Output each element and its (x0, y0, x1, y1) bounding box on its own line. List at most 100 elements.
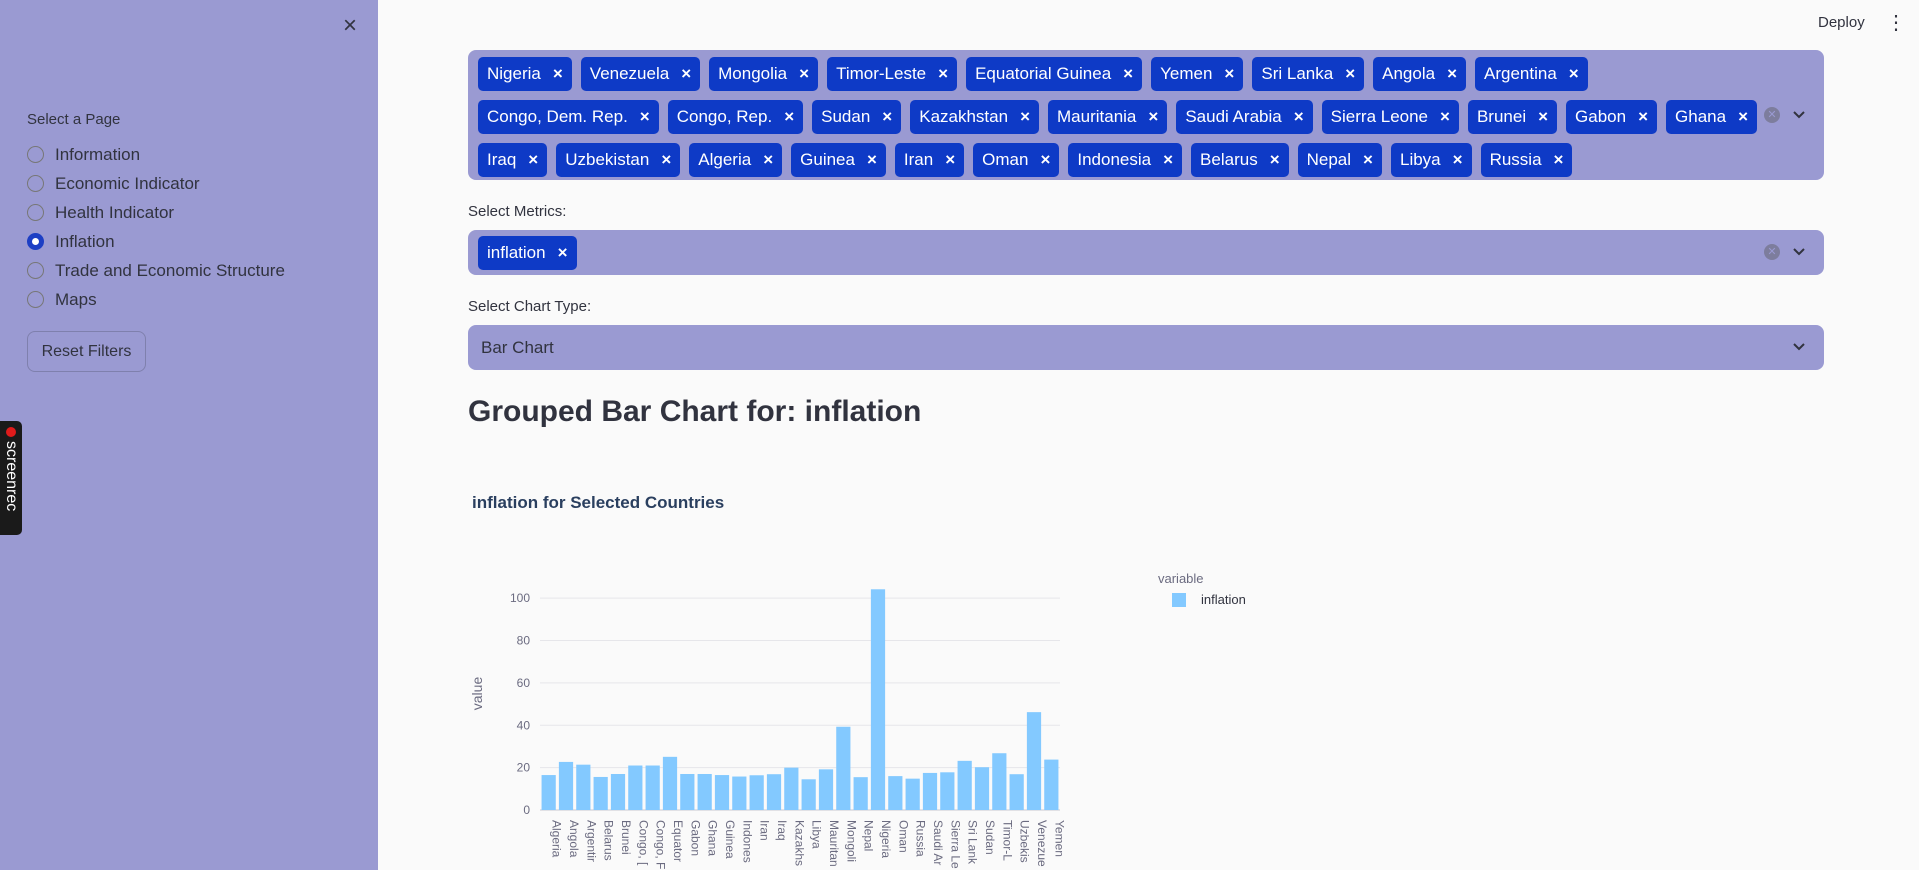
reset-filters-button[interactable]: Reset Filters (27, 331, 146, 372)
legend-label[interactable]: inflation (1201, 592, 1246, 607)
selected-chip[interactable]: Indonesia × (1068, 143, 1183, 177)
x-tick-label: Oman (896, 820, 910, 853)
remove-chip-icon[interactable]: × (661, 150, 671, 170)
selected-chip[interactable]: Equatorial Guinea × (966, 57, 1143, 91)
selected-chip[interactable]: Iran × (894, 143, 965, 177)
selected-chip[interactable]: Angola × (1373, 57, 1466, 91)
remove-chip-icon[interactable]: × (1020, 107, 1030, 127)
selected-chip[interactable]: Sri Lanka × (1252, 57, 1365, 91)
close-sidebar-button[interactable]: × (336, 12, 364, 40)
page-option-economic-indicator[interactable]: Economic Indicator (27, 169, 285, 198)
page-option-maps[interactable]: Maps (27, 285, 285, 314)
remove-chip-icon[interactable]: × (763, 150, 773, 170)
remove-chip-icon[interactable]: × (945, 150, 955, 170)
selected-chip[interactable]: Oman × (973, 143, 1060, 177)
remove-chip-icon[interactable]: × (558, 243, 568, 263)
page-option-inflation[interactable]: Inflation (27, 227, 285, 256)
remove-chip-icon[interactable]: × (1224, 64, 1234, 84)
selected-chip[interactable]: Timor-Leste × (827, 57, 958, 91)
chip-label: Iraq (487, 150, 517, 169)
selected-chip[interactable]: Nigeria × (478, 57, 572, 91)
metric-chip-list: inflation × (478, 236, 1768, 270)
selected-chip[interactable]: Kazakhstan × (910, 100, 1040, 134)
remove-chip-icon[interactable]: × (1294, 107, 1304, 127)
metrics-multiselect[interactable]: inflation × ✕ (468, 230, 1824, 275)
remove-chip-icon[interactable]: × (1270, 150, 1280, 170)
selected-chip[interactable]: Algeria × (689, 143, 783, 177)
selected-chip[interactable]: inflation × (478, 236, 577, 270)
radio-button[interactable] (27, 175, 44, 192)
remove-chip-icon[interactable]: × (1569, 64, 1579, 84)
radio-button[interactable] (27, 204, 44, 221)
chart-type-select[interactable]: Bar Chart (468, 325, 1824, 370)
selected-chip[interactable]: Belarus × (1191, 143, 1289, 177)
remove-chip-icon[interactable]: × (1440, 107, 1450, 127)
remove-chip-icon[interactable]: × (799, 64, 809, 84)
remove-chip-icon[interactable]: × (1738, 107, 1748, 127)
page-option-trade-and-economic-structure[interactable]: Trade and Economic Structure (27, 256, 285, 285)
selected-chip[interactable]: Uzbekistan × (556, 143, 681, 177)
remove-chip-icon[interactable]: × (1345, 64, 1355, 84)
selected-chip[interactable]: Sudan × (812, 100, 902, 134)
country-multiselect[interactable]: Nigeria × Venezuela × Mongolia × Timor-Leste × E… (468, 50, 1824, 180)
clear-all-icon[interactable]: ✕ (1764, 107, 1780, 123)
chip-label: Russia (1489, 150, 1542, 169)
remove-chip-icon[interactable]: × (867, 150, 877, 170)
remove-chip-icon[interactable]: × (1363, 150, 1373, 170)
remove-chip-icon[interactable]: × (553, 64, 563, 84)
bar (541, 775, 556, 810)
chevron-down-icon[interactable] (1792, 108, 1806, 122)
selected-chip[interactable]: Yemen × (1151, 57, 1244, 91)
remove-chip-icon[interactable]: × (1453, 150, 1463, 170)
radio-button[interactable] (27, 146, 44, 163)
selected-chip[interactable]: Mongolia × (709, 57, 819, 91)
remove-chip-icon[interactable]: × (1638, 107, 1648, 127)
legend-swatch[interactable] (1172, 593, 1186, 607)
radio-button[interactable] (27, 233, 44, 250)
bar (610, 773, 626, 810)
remove-chip-icon[interactable]: × (1447, 64, 1457, 84)
selected-chip[interactable]: Saudi Arabia × (1176, 100, 1313, 134)
selected-chip[interactable]: Mauritania × (1048, 100, 1168, 134)
selected-chip[interactable]: Congo, Dem. Rep. × (478, 100, 659, 134)
clear-all-icon[interactable]: ✕ (1764, 244, 1780, 260)
selected-chip[interactable]: Ghana × (1666, 100, 1757, 134)
remove-chip-icon[interactable]: × (528, 150, 538, 170)
page-option-information[interactable]: Information (27, 140, 285, 169)
selected-chip[interactable]: Guinea × (791, 143, 886, 177)
page-option-label: Inflation (55, 231, 115, 251)
remove-chip-icon[interactable]: × (1123, 64, 1133, 84)
remove-chip-icon[interactable]: × (1163, 150, 1173, 170)
selected-chip[interactable]: Argentina × (1475, 57, 1588, 91)
deploy-button[interactable]: Deploy (1818, 14, 1865, 31)
page-option-health-indicator[interactable]: Health Indicator (27, 198, 285, 227)
screenrec-widget[interactable]: screenrec (0, 421, 22, 535)
remove-chip-icon[interactable]: × (681, 64, 691, 84)
remove-chip-icon[interactable]: × (784, 107, 794, 127)
radio-button[interactable] (27, 262, 44, 279)
main-menu-icon[interactable]: ⋮ (1886, 10, 1906, 36)
selected-chip[interactable]: Gabon × (1566, 100, 1658, 134)
selected-chip[interactable]: Venezuela × (580, 57, 701, 91)
selected-chip[interactable]: Libya × (1390, 143, 1472, 177)
x-tick-label: Congo, F (654, 820, 668, 869)
remove-chip-icon[interactable]: × (882, 107, 892, 127)
selected-chip[interactable]: Sierra Leone × (1321, 100, 1459, 134)
selected-chip[interactable]: Russia × (1480, 143, 1573, 177)
remove-chip-icon[interactable]: × (1040, 150, 1050, 170)
page-option-label: Information (55, 144, 141, 164)
remove-chip-icon[interactable]: × (938, 64, 948, 84)
remove-chip-icon[interactable]: × (1554, 150, 1564, 170)
radio-button[interactable] (27, 291, 44, 308)
selected-chip[interactable]: Brunei × (1467, 100, 1558, 134)
selected-chip[interactable]: Congo, Rep. × (667, 100, 804, 134)
chevron-down-icon[interactable] (1792, 340, 1806, 354)
chevron-down-icon[interactable] (1792, 245, 1806, 259)
selected-chip[interactable]: Iraq × (478, 143, 548, 177)
bar (784, 767, 799, 810)
x-tick-label: Argentir (584, 820, 598, 862)
remove-chip-icon[interactable]: × (640, 107, 650, 127)
remove-chip-icon[interactable]: × (1148, 107, 1158, 127)
remove-chip-icon[interactable]: × (1538, 107, 1548, 127)
selected-chip[interactable]: Nepal × (1297, 143, 1382, 177)
